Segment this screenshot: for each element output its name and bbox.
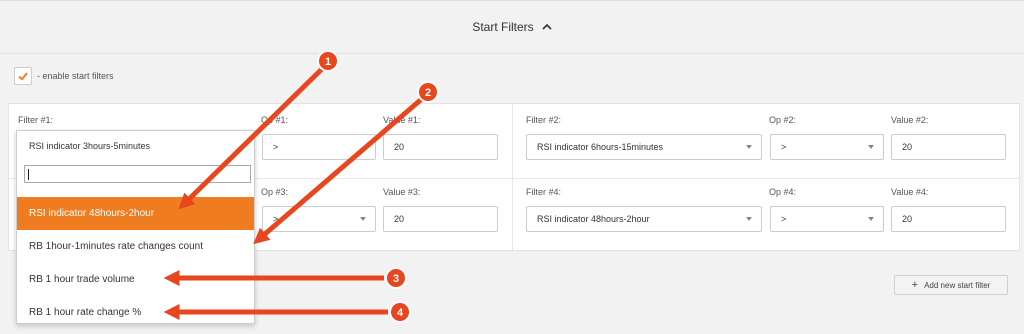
caret-down-icon <box>746 217 752 221</box>
op-2-value: > <box>781 142 787 152</box>
value-1-input[interactable]: 20 <box>383 134 498 160</box>
enable-start-filters-row: - enable start filters <box>14 67 114 85</box>
value-1-value: 20 <box>394 142 405 152</box>
checkmark-icon <box>18 72 28 81</box>
value-2-value: 20 <box>902 142 913 152</box>
text-cursor <box>28 169 29 180</box>
value-3-value: 20 <box>394 214 405 224</box>
op-3-select[interactable]: > <box>262 206 376 232</box>
value-3-input[interactable]: 20 <box>383 206 498 232</box>
value-4-value: 20 <box>902 214 913 224</box>
panel-title: Start Filters <box>472 20 534 34</box>
filter-4-select[interactable]: RSI indicator 48hours-2hour <box>526 206 762 232</box>
value-2-input[interactable]: 20 <box>891 134 1006 160</box>
panel-header-toggle[interactable]: Start Filters <box>0 1 1024 53</box>
filter-1-value: RSI indicator 3hours-5minutes <box>29 141 151 151</box>
plus-icon: + <box>911 279 919 291</box>
op-2-select[interactable]: > <box>770 134 884 160</box>
add-start-filter-button[interactable]: + Add new start filter <box>894 275 1008 295</box>
filter-2-value: RSI indicator 6hours-15minutes <box>537 142 664 152</box>
value-1-label: Value #1: <box>383 115 421 125</box>
dropdown-option[interactable]: RB 1hour-1minutes rate changes count <box>17 230 254 263</box>
dropdown-option-label: RB 1hour-1minutes rate changes count <box>29 241 203 252</box>
dropdown-option-label: RSI indicator 48hours-2hour <box>29 208 155 219</box>
header-divider <box>0 53 1024 54</box>
enable-start-filters-checkbox[interactable] <box>14 67 32 85</box>
dropdown-option[interactable]: RSI indicator 48hours-2hour <box>17 197 254 230</box>
value-2-label: Value #2: <box>891 115 929 125</box>
caret-down-icon <box>360 217 366 221</box>
caret-down-icon <box>746 145 752 149</box>
dropdown-option[interactable]: RB 1 hour trade volume <box>17 263 254 296</box>
op-4-label: Op #4: <box>769 187 797 197</box>
filter-2-label: Filter #2: <box>526 115 562 125</box>
caret-down-icon <box>868 145 874 149</box>
dropdown-search-input[interactable] <box>24 165 251 183</box>
filter-4-label: Filter #4: <box>526 187 562 197</box>
op-1-select[interactable]: > <box>262 134 376 160</box>
op-1-value: > <box>273 142 279 152</box>
enable-start-filters-label: - enable start filters <box>37 71 114 81</box>
op-3-label: Op #3: <box>261 187 289 197</box>
value-4-input[interactable]: 20 <box>891 206 1006 232</box>
op-4-value: > <box>781 214 787 224</box>
chevron-up-icon <box>542 22 552 33</box>
op-3-value: > <box>273 214 279 224</box>
filter-1-dropdown: RSI indicator 3hours-5minutes RSI indica… <box>16 130 255 324</box>
value-4-label: Value #4: <box>891 187 929 197</box>
caret-down-icon <box>868 217 874 221</box>
filter-4-value: RSI indicator 48hours-2hour <box>537 214 650 224</box>
dropdown-option-label: RB 1 hour rate change % <box>29 307 142 318</box>
add-start-filter-label: Add new start filter <box>924 280 991 290</box>
filter-2-select[interactable]: RSI indicator 6hours-15minutes <box>526 134 762 160</box>
filter-1-select[interactable]: RSI indicator 3hours-5minutes <box>17 131 254 161</box>
op-4-select[interactable]: > <box>770 206 884 232</box>
value-3-label: Value #3: <box>383 187 421 197</box>
filter-1-label: Filter #1: <box>18 115 54 125</box>
dropdown-option[interactable]: RB 1 hour rate change % <box>17 296 254 329</box>
op-2-label: Op #2: <box>769 115 797 125</box>
op-1-label: Op #1: <box>261 115 289 125</box>
dropdown-option-label: RB 1 hour trade volume <box>29 274 135 285</box>
